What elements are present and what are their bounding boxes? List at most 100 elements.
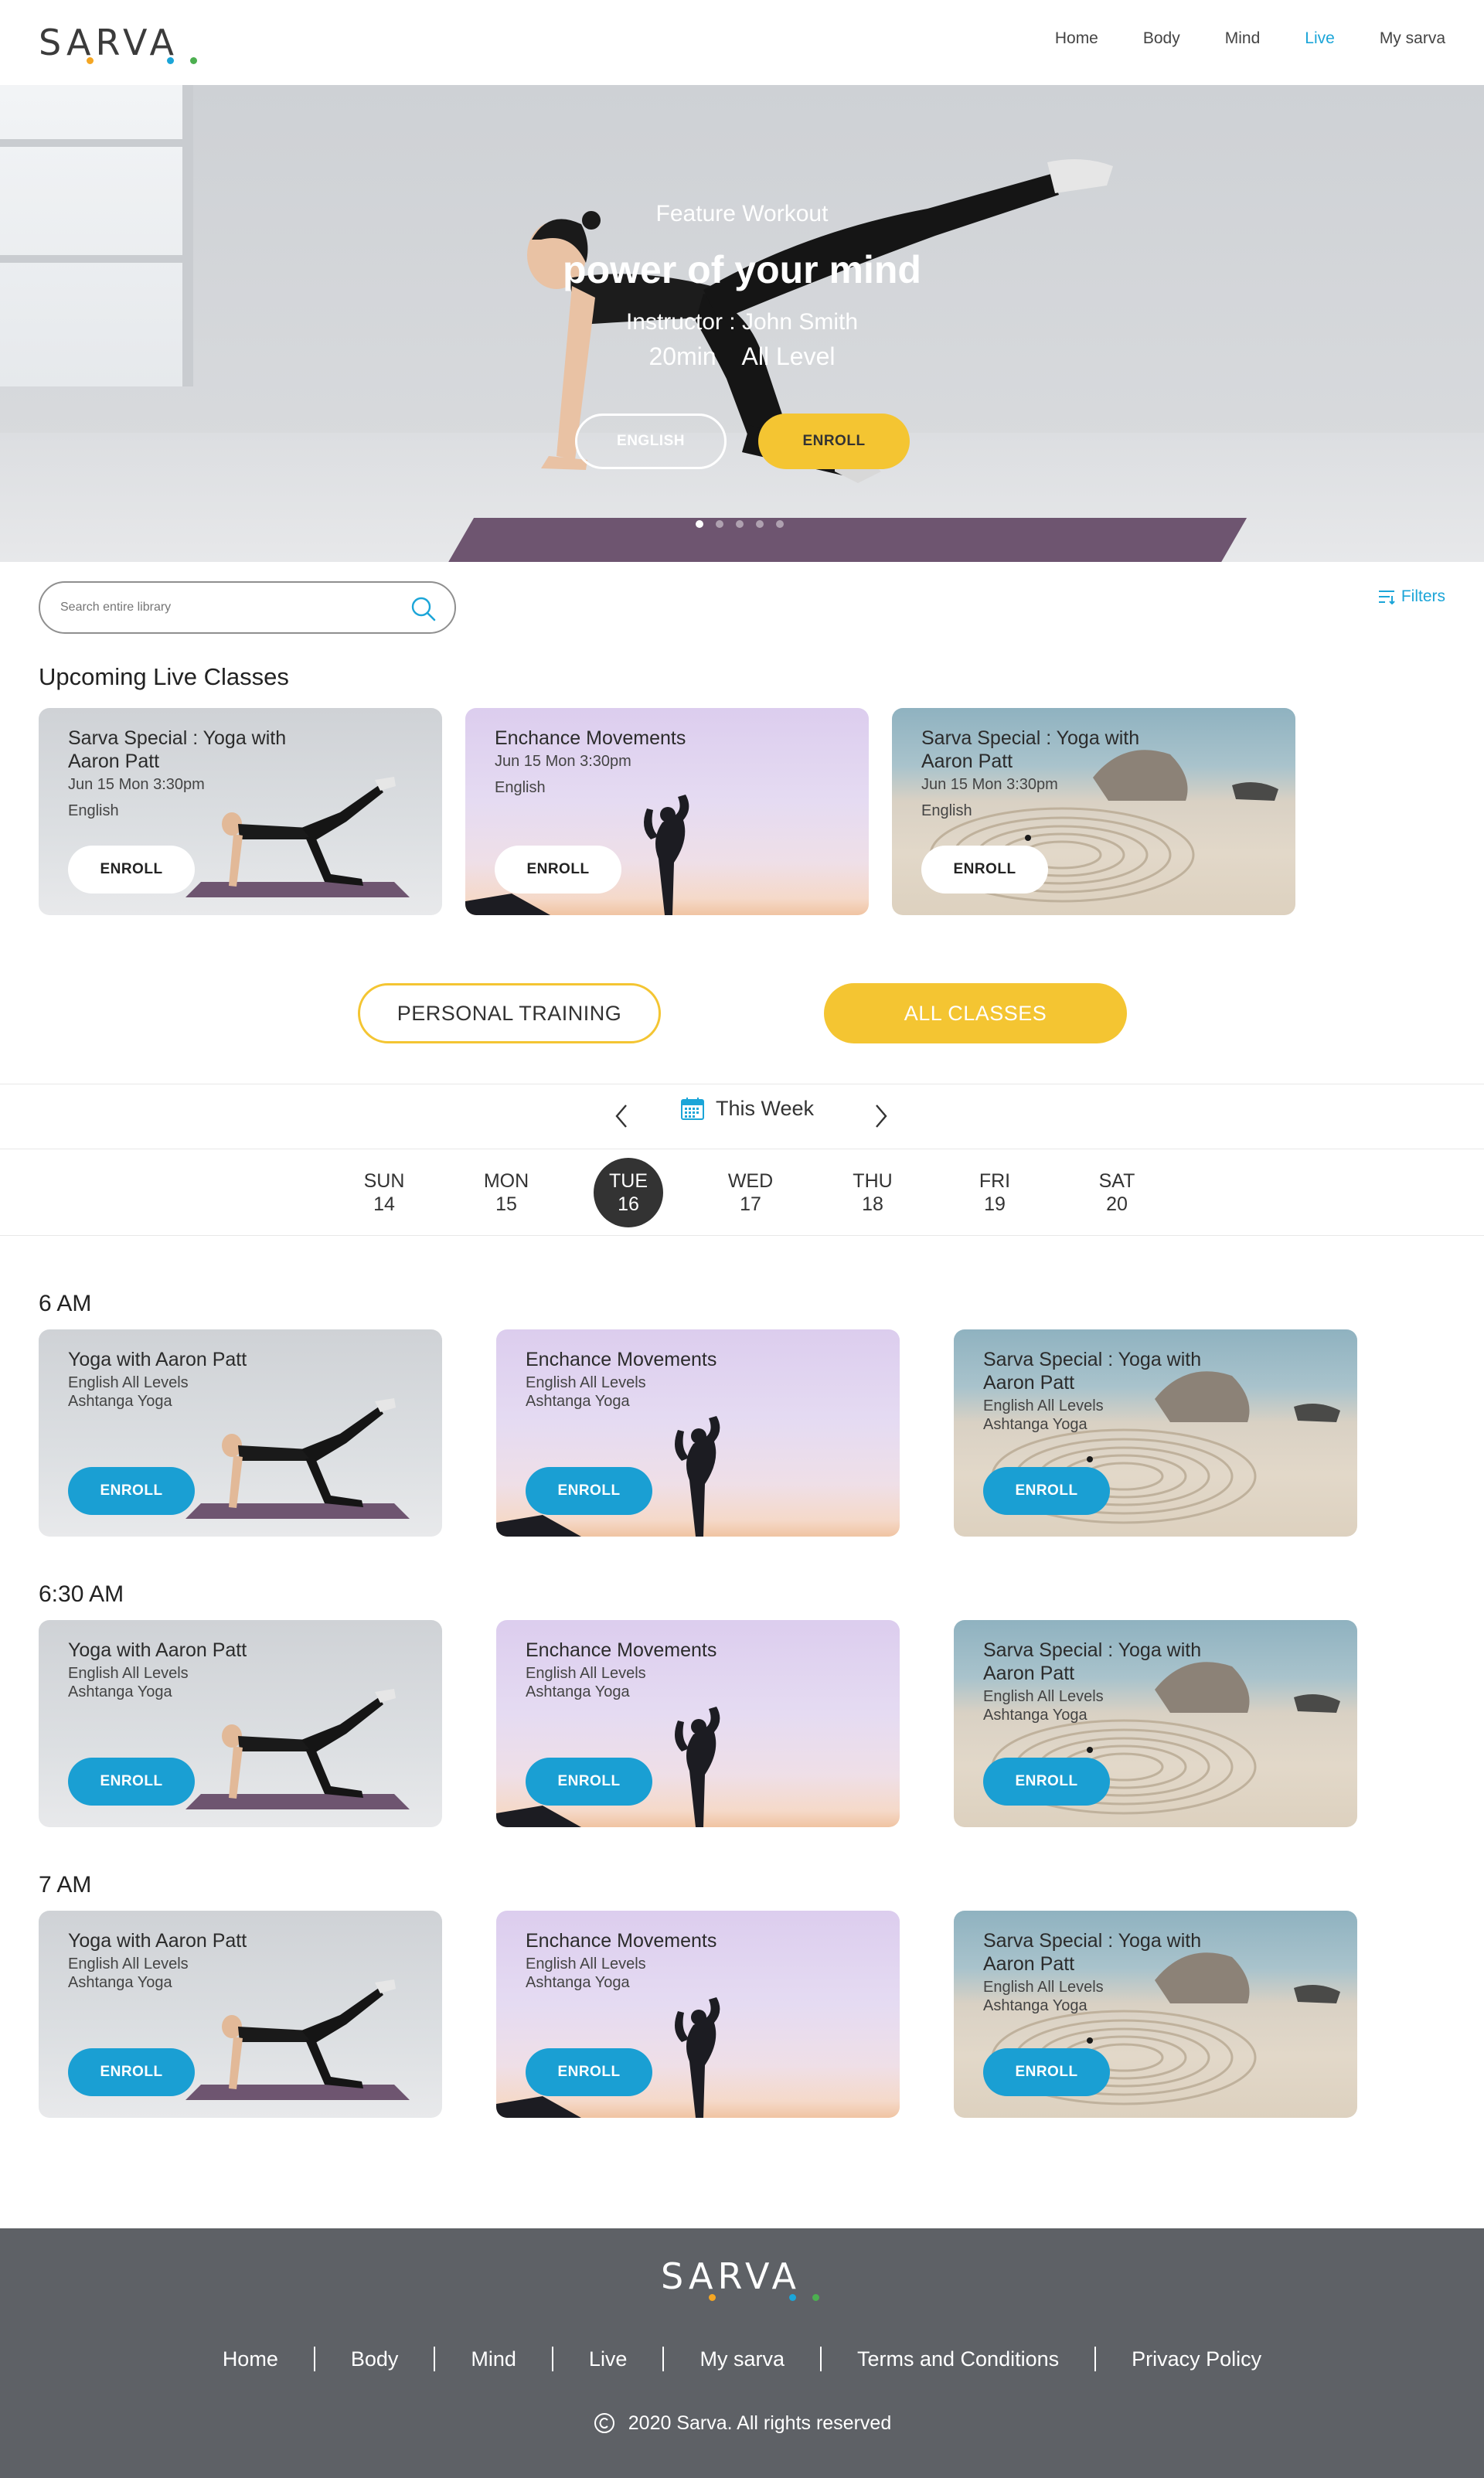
class-card[interactable]: Sarva Special : Yoga with Aaron Patt Engl… — [954, 1620, 1357, 1827]
day-sun[interactable]: SUN 14 — [349, 1158, 419, 1227]
logo-dot-orange — [87, 57, 94, 64]
filters-label: Filters — [1401, 587, 1445, 605]
day-date: 17 — [740, 1193, 761, 1215]
enroll-button[interactable]: ENROLL — [68, 1758, 195, 1806]
enroll-button[interactable]: ENROLL — [495, 846, 621, 894]
day-name: SAT — [1098, 1170, 1135, 1192]
nav-home[interactable]: Home — [1055, 29, 1098, 48]
enroll-button[interactable]: ENROLL — [526, 2048, 652, 2096]
carousel-dot-5[interactable] — [776, 520, 784, 528]
enroll-button[interactable]: ENROLL — [983, 2048, 1110, 2096]
card-language: English — [68, 802, 119, 819]
logo-dot-orange — [709, 2294, 716, 2301]
day-name: THU — [853, 1170, 893, 1192]
card-language-level: English All Levels — [526, 1374, 646, 1391]
day-date: 16 — [618, 1193, 639, 1215]
nav-mind[interactable]: Mind — [1225, 29, 1261, 48]
filters-button[interactable]: Filters — [1378, 587, 1445, 606]
carousel-dot-2[interactable] — [716, 520, 723, 528]
footer-link-my-sarva[interactable]: My sarva — [664, 2347, 820, 2371]
enroll-button[interactable]: ENROLL — [68, 846, 195, 894]
enroll-button[interactable]: ENROLL — [983, 1467, 1110, 1515]
chevron-left-icon[interactable] — [611, 1102, 634, 1130]
search-input[interactable] — [60, 597, 400, 618]
card-style: Ashtanga Yoga — [983, 1416, 1087, 1433]
day-mon[interactable]: MON 15 — [471, 1158, 541, 1227]
day-date: 14 — [373, 1193, 395, 1215]
hero-enroll-button[interactable]: ENROLL — [758, 414, 910, 469]
card-title: Enchance Movements — [526, 1349, 717, 1370]
upcoming-card[interactable]: Sarva Special : Yoga with Aaron Patt Jun… — [892, 708, 1295, 915]
enroll-button[interactable]: ENROLL — [526, 1467, 652, 1515]
class-card[interactable]: Yoga with Aaron Patt English All Levels As… — [39, 1329, 442, 1537]
nav-live[interactable]: Live — [1305, 29, 1335, 48]
filter-icon — [1378, 591, 1395, 604]
upcoming-card[interactable]: Enchance Movements Jun 15 Mon 3:30pm Eng… — [465, 708, 869, 915]
day-sat[interactable]: SAT 20 — [1082, 1158, 1152, 1227]
class-card[interactable]: Enchance Movements English All Levels Asht… — [496, 1620, 900, 1827]
carousel-dot-4[interactable] — [756, 520, 764, 528]
hero-instructor: Instructor : John Smith — [625, 309, 859, 335]
hero-level: All Level — [741, 342, 836, 370]
enroll-button[interactable]: ENROLL — [68, 2048, 195, 2096]
logo-wordmark: SARVA — [39, 22, 179, 63]
copyright-icon — [594, 2413, 614, 2433]
class-card[interactable]: Sarva Special : Yoga with Aaron Patt Engl… — [954, 1911, 1357, 2118]
hero-banner: Feature Workout power of your mind Instr… — [0, 85, 1484, 562]
day-selector: SUN 14 MON 15 TUE 16 WED 17 THU 18 FRI 19 SAT 2… — [0, 1158, 1484, 1229]
yoga-pose-figure — [186, 1689, 410, 1809]
footer-link-privacy[interactable]: Privacy Policy — [1096, 2347, 1297, 2371]
hero-language-button[interactable]: ENGLISH — [575, 414, 727, 469]
enroll-button[interactable]: ENROLL — [68, 1467, 195, 1515]
enroll-button[interactable]: ENROLL — [921, 846, 1048, 894]
site-footer: SARVA Home Body Mind Live My sarva Terms… — [0, 2228, 1484, 2478]
nav-body[interactable]: Body — [1143, 29, 1180, 48]
day-wed[interactable]: WED 17 — [716, 1158, 785, 1227]
search-icon[interactable] — [410, 595, 437, 623]
card-title: Enchance Movements — [495, 727, 686, 749]
hero-eyebrow: Feature Workout — [655, 201, 829, 226]
footer-logo[interactable]: SARVA — [661, 2255, 819, 2301]
day-name: MON — [483, 1170, 529, 1192]
logo-dot-green — [190, 57, 197, 64]
sarva-logo[interactable]: SARVA — [39, 22, 197, 64]
footer-link-live[interactable]: Live — [553, 2347, 663, 2371]
logo-dot-green — [812, 2294, 819, 2301]
footer-link-home[interactable]: Home — [187, 2347, 314, 2371]
class-card[interactable]: Yoga with Aaron Patt English All Levels As… — [39, 1911, 442, 2118]
class-card[interactable]: Enchance Movements English All Levels Asht… — [496, 1911, 900, 2118]
card-style: Ashtanga Yoga — [983, 1997, 1087, 2014]
day-date: 20 — [1106, 1193, 1128, 1215]
card-datetime: Jun 15 Mon 3:30pm — [495, 753, 631, 770]
enroll-button[interactable]: ENROLL — [526, 1758, 652, 1806]
personal-training-button[interactable]: PERSONAL TRAINING — [358, 983, 661, 1043]
day-thu[interactable]: THU 18 — [838, 1158, 907, 1227]
card-title: Sarva Special : Yoga with Aaron Patt — [68, 727, 287, 772]
class-card[interactable]: Yoga with Aaron Patt English All Levels As… — [39, 1620, 442, 1827]
copyright-text: 2020 Sarva. All rights reserved — [628, 2412, 892, 2434]
day-name: SUN — [363, 1170, 405, 1192]
week-label[interactable]: This Week — [680, 1096, 814, 1121]
time-slot-label: 6 AM — [39, 1291, 92, 1316]
day-fri[interactable]: FRI 19 — [960, 1158, 1030, 1227]
footer-link-terms[interactable]: Terms and Conditions — [822, 2347, 1094, 2371]
enroll-button[interactable]: ENROLL — [983, 1758, 1110, 1806]
chevron-right-icon[interactable] — [869, 1102, 892, 1130]
card-title: Yoga with Aaron Patt — [68, 1930, 247, 1952]
card-style: Ashtanga Yoga — [526, 1974, 630, 1991]
day-date: 19 — [984, 1193, 1006, 1215]
card-style: Ashtanga Yoga — [983, 1707, 1087, 1724]
class-card[interactable]: Sarva Special : Yoga with Aaron Patt Engl… — [954, 1329, 1357, 1537]
nav-my-sarva[interactable]: My sarva — [1380, 29, 1445, 48]
footer-logo-wordmark: SARVA — [661, 2255, 801, 2297]
card-style: Ashtanga Yoga — [526, 1683, 630, 1700]
all-classes-button[interactable]: ALL CLASSES — [824, 983, 1127, 1043]
time-slot-label: 7 AM — [39, 1872, 92, 1898]
carousel-dot-3[interactable] — [736, 520, 744, 528]
class-card[interactable]: Enchance Movements English All Levels Asht… — [496, 1329, 900, 1537]
day-tue[interactable]: TUE 16 — [594, 1158, 663, 1227]
upcoming-card[interactable]: Sarva Special : Yoga with Aaron Patt Jun… — [39, 708, 442, 915]
carousel-dot-1[interactable] — [696, 520, 703, 528]
footer-link-body[interactable]: Body — [315, 2347, 434, 2371]
footer-link-mind[interactable]: Mind — [435, 2347, 552, 2371]
